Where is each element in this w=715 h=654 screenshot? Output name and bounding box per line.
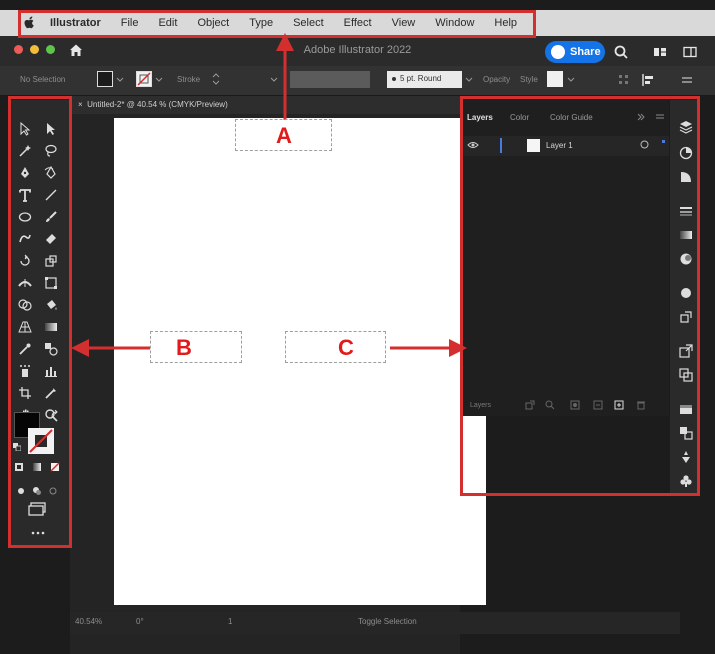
chevron-down-icon[interactable] <box>270 72 278 86</box>
callout-c-highlight <box>460 96 700 496</box>
graphic-style-swatch[interactable] <box>547 71 563 87</box>
workspace-switcher-icon[interactable] <box>682 44 698 60</box>
share-button[interactable]: Share <box>545 41 605 63</box>
callout-c-label-box <box>285 331 386 363</box>
opacity-label[interactable]: Opacity <box>483 75 510 84</box>
variable-width-profile-field[interactable] <box>290 71 370 88</box>
align-grid-icon[interactable] <box>616 72 632 88</box>
fill-swatch[interactable] <box>97 71 113 87</box>
zoom-level[interactable]: 40.54% <box>75 617 102 626</box>
stroke-label[interactable]: Stroke <box>177 75 200 84</box>
callout-b-label-box <box>150 331 242 363</box>
brush-definition-field[interactable]: 5 pt. Round <box>387 71 462 88</box>
panel-menu-icon[interactable] <box>679 72 695 88</box>
align-objects-icon[interactable] <box>640 72 656 88</box>
brush-definition-value: 5 pt. Round <box>400 74 442 83</box>
artboard-navigation[interactable]: 1 <box>228 617 232 626</box>
chevron-down-icon[interactable] <box>567 72 575 86</box>
callout-a-highlight <box>18 10 536 38</box>
share-button-label: Share <box>570 46 601 58</box>
chevron-down-icon[interactable] <box>116 72 124 86</box>
arrange-documents-icon[interactable] <box>652 44 668 60</box>
callout-a-label: A <box>276 123 292 148</box>
brush-dot-icon <box>392 76 396 81</box>
selection-status: No Selection <box>20 75 66 84</box>
document-tab-label: Untitled-2* @ 40.54 % (CMYK/Preview) <box>87 100 228 109</box>
document-tab-title: × Untitled-2* @ 40.54 % (CMYK/Preview) <box>78 100 228 109</box>
user-avatar-icon <box>551 45 565 59</box>
callout-b-highlight <box>8 96 72 548</box>
style-label: Style <box>520 75 538 84</box>
callout-c-label: C <box>338 335 354 360</box>
callout-b-label: B <box>176 335 192 360</box>
chevron-down-icon[interactable] <box>155 72 163 86</box>
status-toggle-selection[interactable]: Toggle Selection <box>358 617 417 626</box>
stroke-swatch[interactable] <box>136 71 152 87</box>
rotation-view[interactable]: 0° <box>136 617 144 626</box>
stroke-weight-stepper-icon[interactable] <box>212 71 220 87</box>
chevron-down-icon[interactable] <box>465 72 473 86</box>
window-title: Adobe Illustrator 2022 <box>303 44 412 56</box>
search-icon[interactable] <box>613 44 629 60</box>
